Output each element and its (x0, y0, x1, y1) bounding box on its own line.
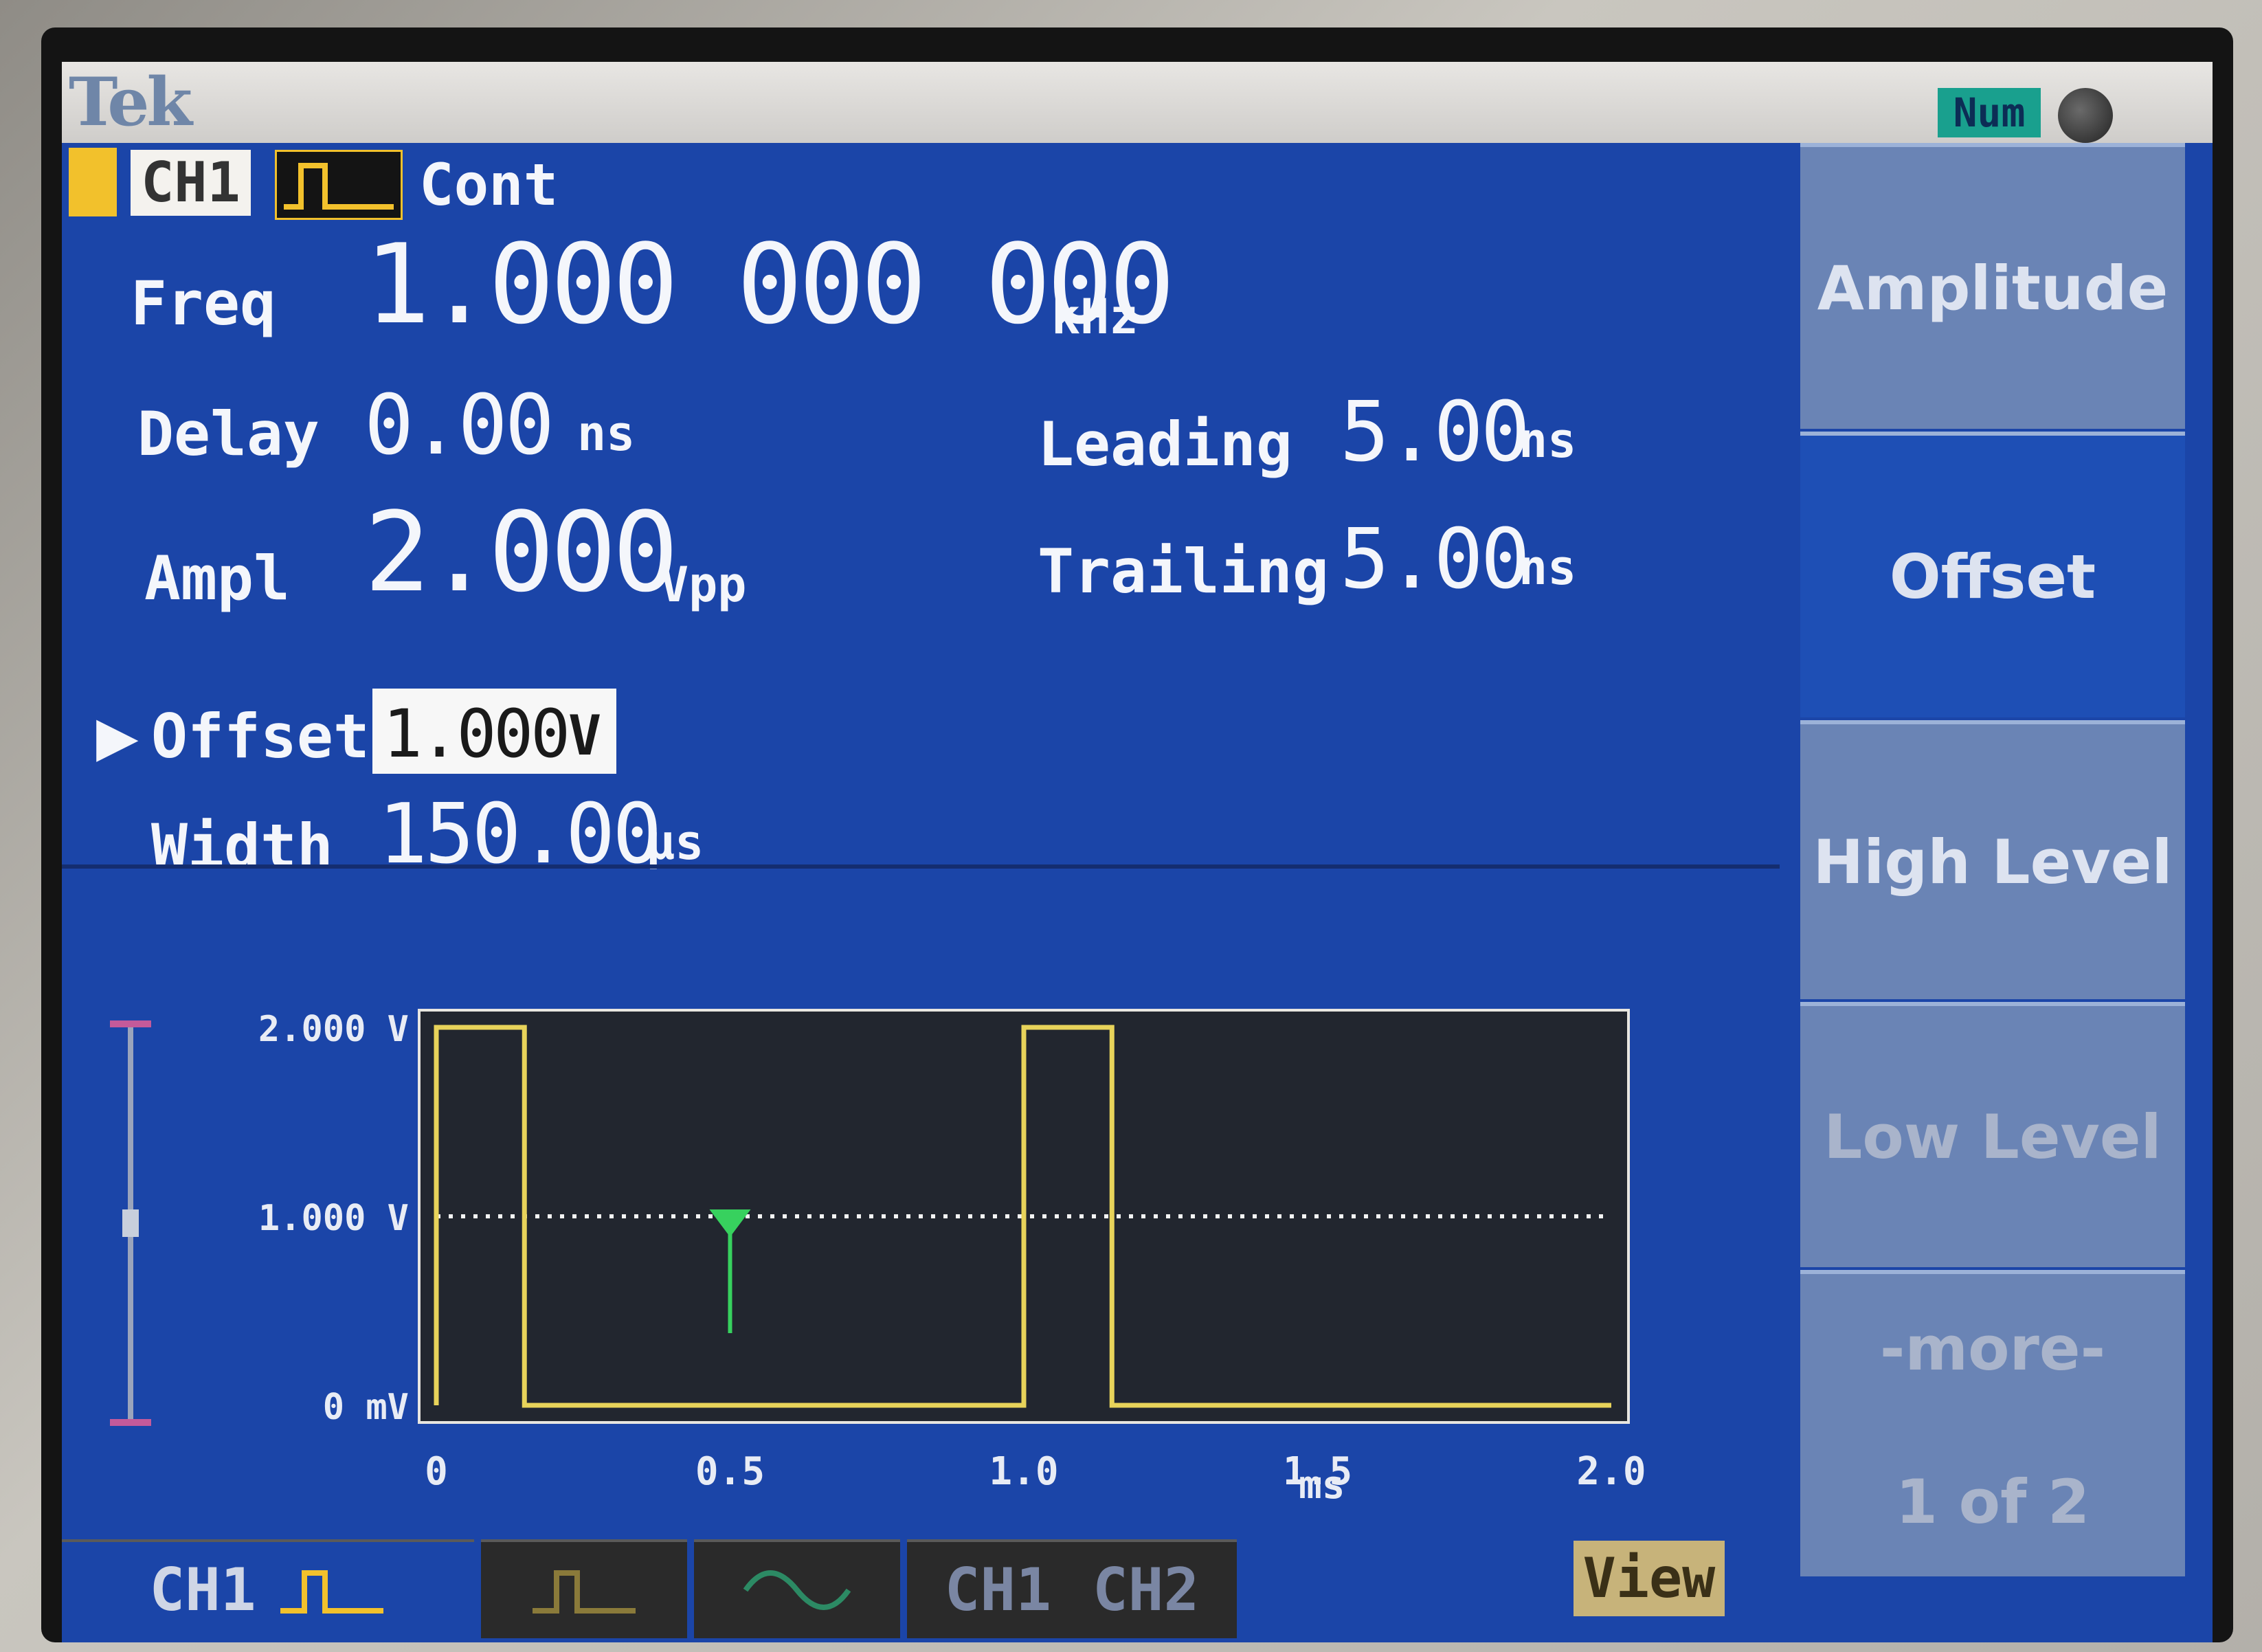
channel-label: CH1 (131, 150, 251, 216)
freq-value[interactable]: 1.000 000 000 (364, 220, 1175, 348)
y-tick-labels: 0 mV 1.000 V 2.000 V (258, 1009, 409, 1428)
softkey-low-level[interactable]: Low Level (1800, 1002, 2185, 1267)
x-tick-label: 0.5 (695, 1449, 765, 1494)
tab-ch1-pulse[interactable]: CH1 (62, 1539, 474, 1638)
screen: Tek Num CH1 Cont Freq 1.000 000 000 kHz … (62, 62, 2213, 1642)
ampl-label: Ampl (144, 543, 290, 614)
pulse-icon (280, 1570, 383, 1614)
channel-indicator (69, 148, 117, 216)
selector-arrow-icon: ▶ (96, 704, 139, 768)
waveform-plot: 0 mV1.000 V2.000 V 0 0.5 1.0 1.5 2.0 ms (110, 1009, 1646, 1508)
num-badge: Num (1938, 88, 2041, 137)
offset-label: Offset (151, 701, 370, 772)
y-axis-group (110, 1020, 151, 1426)
softkey-high-level[interactable]: High Level (1800, 720, 2185, 999)
softkey-page-indicator: 1 of 2 (1895, 1466, 2090, 1537)
y-tick-label: 1.000 V (258, 1198, 409, 1239)
pulse-icon (533, 1570, 636, 1614)
trailing-value[interactable]: 5.00 (1340, 512, 1530, 607)
view-button[interactable]: View (1574, 1541, 1725, 1616)
x-tick-label: 2.0 (1576, 1449, 1646, 1494)
offset-unit: V (568, 704, 602, 768)
bottom-tab-bar: CH1 CH1 CH2 (62, 1532, 1780, 1642)
x-tick-label: 0 (425, 1449, 448, 1494)
tab-ch1-label: CH1 (149, 1556, 256, 1625)
section-divider (62, 864, 1780, 869)
ampl-unit: Vpp (660, 557, 747, 613)
softkey-panel: Amplitude Offset High Level Low Level -m… (1780, 143, 2213, 1586)
freq-unit: kHz (1051, 289, 1139, 345)
sine-icon (743, 1570, 851, 1610)
softkey-more[interactable]: -more- 1 of 2 (1800, 1270, 2185, 1576)
y-tick-label: 2.000 V (258, 1009, 409, 1050)
softkey-offset[interactable]: Offset (1800, 432, 2185, 717)
x-tick-labels: 0 0.5 1.0 1.5 2.0 (425, 1449, 1646, 1494)
run-mode: Cont (419, 151, 559, 219)
lock-icon (2058, 88, 2113, 143)
softkey-amplitude-label: Amplitude (1817, 252, 2169, 324)
level-slider-handle[interactable] (122, 1209, 139, 1237)
leading-unit: ns (1519, 412, 1577, 469)
softkey-more-label: -more- (1879, 1313, 2106, 1384)
leading-label: Leading (1038, 409, 1292, 480)
softkey-low-level-label: Low Level (1824, 1101, 2162, 1172)
delay-label: Delay (137, 399, 320, 469)
pulse-icon (275, 150, 403, 220)
tab-ch2-label: CH2 (1093, 1556, 1200, 1625)
x-axis-unit: ms (1299, 1463, 1345, 1508)
delay-unit: ns (577, 405, 636, 462)
leading-value[interactable]: 5.00 (1340, 385, 1530, 480)
y-tick-label: 0 mV (323, 1387, 409, 1428)
softkey-amplitude[interactable]: Amplitude (1800, 143, 2185, 429)
freq-label: Freq (131, 268, 276, 339)
tab-sine[interactable] (694, 1539, 900, 1638)
softkey-offset-label: Offset (1889, 541, 2096, 612)
ampl-value[interactable]: 2.000 (364, 488, 679, 616)
offset-value: 1.000 (383, 695, 570, 772)
x-tick-label: 1.0 (989, 1449, 1058, 1494)
width-label: Width (151, 811, 333, 882)
trailing-unit: ns (1519, 539, 1577, 596)
top-bar: Tek Num (62, 62, 2213, 143)
width-unit: µs (646, 814, 704, 871)
tab-ch1-label: CH1 (944, 1556, 1051, 1625)
softkey-high-level-label: High Level (1813, 826, 2173, 897)
delay-value[interactable]: 0.00 (364, 378, 555, 473)
tab-ch1-ch2[interactable]: CH1 CH2 (907, 1539, 1237, 1638)
offset-field[interactable]: 1.000 V (372, 689, 616, 774)
brand-logo: Tek (69, 63, 192, 141)
tab-pulse[interactable] (481, 1539, 687, 1638)
trailing-label: Trailing (1038, 536, 1329, 607)
